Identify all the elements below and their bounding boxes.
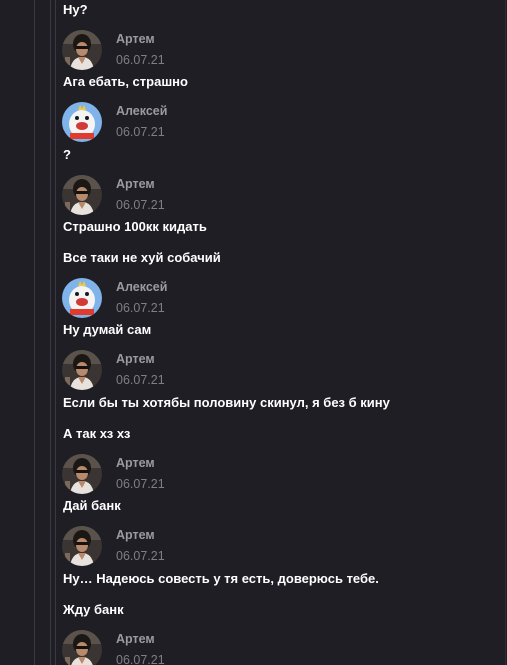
message-author[interactable]: Артем: [116, 31, 155, 47]
scroll-edge: [505, 0, 506, 665]
message-text: Жду банк: [63, 602, 124, 617]
message-date: 06.07.21: [116, 125, 165, 139]
message-date: 06.07.21: [116, 549, 165, 563]
chat-thread: Ну? Артем 06.07.21 Ага ебать, страшно Ал…: [0, 0, 507, 665]
artem-avatar-icon[interactable]: [62, 175, 102, 215]
message-text: Ну… Надеюсь совесть у тя есть, доверюсь …: [63, 571, 379, 586]
message-date: 06.07.21: [116, 53, 165, 67]
artem-avatar-icon[interactable]: [62, 350, 102, 390]
message-date: 06.07.21: [116, 373, 165, 387]
message-author[interactable]: Алексей: [116, 279, 167, 295]
message-text: Страшно 100кк кидать: [63, 219, 207, 234]
message-author[interactable]: Артем: [116, 631, 155, 647]
message-text: А так хз хз: [63, 426, 131, 441]
message-date: 06.07.21: [116, 477, 165, 491]
artem-avatar-icon[interactable]: [62, 630, 102, 665]
message-text: Все таки не хуй собачий: [63, 250, 221, 265]
message-author[interactable]: Артем: [116, 455, 155, 471]
aleksey-avatar-icon[interactable]: [62, 278, 102, 318]
message-author[interactable]: Артем: [116, 351, 155, 367]
message-text: Ну думай сам: [63, 322, 152, 337]
message-date: 06.07.21: [116, 653, 165, 665]
thread-guide-line: [34, 0, 35, 665]
message-author[interactable]: Алексей: [116, 103, 167, 119]
artem-avatar-icon[interactable]: [62, 30, 102, 70]
message-text: Ага ебать, страшно: [63, 74, 188, 89]
message-author[interactable]: Артем: [116, 527, 155, 543]
message-text: Ну?: [63, 2, 88, 17]
message-text: Если бы ты хотябы половину скинул, я без…: [63, 395, 390, 410]
message-date: 06.07.21: [116, 198, 165, 212]
message-author[interactable]: Артем: [116, 176, 155, 192]
artem-avatar-icon[interactable]: [62, 526, 102, 566]
artem-avatar-icon[interactable]: [62, 454, 102, 494]
message-text: ?: [63, 147, 71, 162]
message-date: 06.07.21: [116, 301, 165, 315]
message-text: Дай банк: [63, 498, 121, 513]
thread-guide-line: [50, 0, 51, 665]
thread-guide-line: [55, 0, 56, 665]
aleksey-avatar-icon[interactable]: [62, 102, 102, 142]
